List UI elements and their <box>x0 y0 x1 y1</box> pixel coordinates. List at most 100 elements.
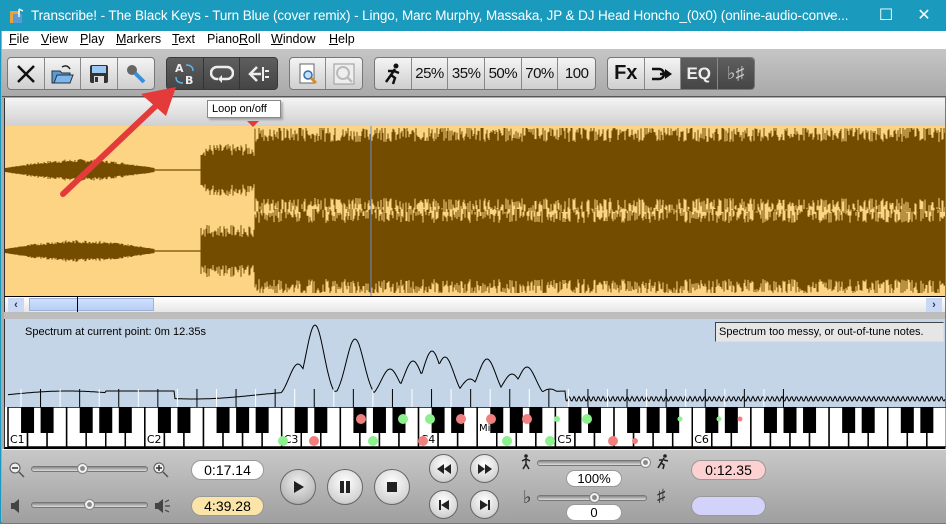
menu-markers[interactable]: Markers <box>116 32 161 46</box>
speed-70-button[interactable]: 70% <box>522 58 559 89</box>
black-key[interactable] <box>118 407 132 433</box>
pause-button[interactable] <box>327 469 363 505</box>
menu-window[interactable]: Window <box>271 32 315 46</box>
black-key[interactable] <box>372 407 386 433</box>
waveform-scrollbar[interactable]: ‹ › <box>4 296 945 312</box>
note-dot-green <box>502 436 512 446</box>
black-key[interactable] <box>216 407 230 433</box>
black-key[interactable] <box>568 407 582 433</box>
note-dot-green <box>278 436 288 446</box>
transpose-button[interactable]: ♭♯ <box>717 58 754 89</box>
speed-slider[interactable] <box>537 457 651 468</box>
skip-to-end-button[interactable] <box>470 490 499 519</box>
black-key[interactable] <box>627 407 641 433</box>
black-key[interactable] <box>763 407 777 433</box>
menu-file[interactable]: File <box>9 32 29 46</box>
black-key[interactable] <box>79 407 93 433</box>
volume-slider-knob[interactable] <box>84 499 95 510</box>
black-key[interactable] <box>861 407 875 433</box>
marker-strip[interactable] <box>4 312 945 323</box>
black-key[interactable] <box>157 407 171 433</box>
fx-button[interactable]: Fx <box>608 58 645 89</box>
timeline-ruler[interactable] <box>4 98 945 126</box>
note-dot-red <box>356 414 366 424</box>
menu-help[interactable]: Help <box>329 32 355 46</box>
speed-toggle-button[interactable] <box>375 58 412 89</box>
black-key[interactable] <box>900 407 914 433</box>
black-key[interactable] <box>314 407 328 433</box>
spectrum-time: 0:12.35 <box>691 460 766 480</box>
loop-toggle-button[interactable] <box>203 58 241 89</box>
speed-value[interactable]: 100% <box>566 470 622 487</box>
zoom-page-button[interactable] <box>290 58 327 89</box>
note-dot-green <box>425 414 435 424</box>
save-file-button[interactable] <box>81 58 118 89</box>
black-key[interactable] <box>666 407 680 433</box>
zoom-in-icon[interactable] <box>153 462 169 478</box>
sharp-icon: ♯ <box>657 486 666 505</box>
zoom-out-icon[interactable] <box>9 462 25 478</box>
speed-button-group: 25% 35% 50% 70% 100 <box>374 57 596 90</box>
play-button[interactable] <box>280 469 316 505</box>
black-key[interactable] <box>40 407 54 433</box>
svg-text:A: A <box>175 62 184 75</box>
black-key[interactable] <box>783 407 797 433</box>
zoom-slider-knob[interactable] <box>77 463 88 474</box>
black-key[interactable] <box>236 407 250 433</box>
black-key[interactable] <box>646 407 660 433</box>
note-dot-green <box>545 436 555 446</box>
waveform-view[interactable] <box>4 126 945 296</box>
volume-slider[interactable] <box>31 499 148 510</box>
close-window-button[interactable]: ✕ <box>901 1 946 31</box>
menu-text[interactable]: Text <box>172 32 195 46</box>
speaker-low-icon[interactable] <box>9 498 23 514</box>
black-key[interactable] <box>803 407 817 433</box>
scroll-left-button[interactable]: ‹ <box>8 298 24 312</box>
minimize-button[interactable]: – <box>809 1 855 31</box>
scroll-right-button[interactable]: › <box>926 298 942 312</box>
piano-keyboard[interactable]: C1 C2 C3 C4 C5 C6 Mi <box>4 406 946 449</box>
pitch-value[interactable]: 0 <box>566 504 622 521</box>
pitch-slider[interactable] <box>537 492 647 503</box>
menu-pianoroll[interactable]: PianoRoll <box>207 32 261 46</box>
eq-button[interactable]: EQ <box>681 58 718 89</box>
stop-button[interactable] <box>374 469 410 505</box>
black-key[interactable] <box>705 407 719 433</box>
note-dot-green <box>582 414 592 424</box>
fast-forward-button[interactable] <box>470 454 499 483</box>
ab-loop-button[interactable]: A B <box>167 58 204 89</box>
menu-play[interactable]: Play <box>80 32 104 46</box>
record-button[interactable] <box>118 58 154 89</box>
black-key[interactable] <box>842 407 856 433</box>
black-key[interactable] <box>509 407 523 433</box>
karaoke-button[interactable] <box>645 58 681 89</box>
close-file-button[interactable] <box>8 58 45 89</box>
menu-bar: File View Play Markers Text PianoRoll Wi… <box>2 31 946 49</box>
black-key[interactable] <box>724 407 738 433</box>
rewind-button[interactable] <box>429 454 458 483</box>
zoom-fit-button[interactable] <box>326 58 362 89</box>
speed-50-button[interactable]: 50% <box>485 58 522 89</box>
black-key[interactable] <box>920 407 934 433</box>
waveform-channel-1 <box>5 128 945 212</box>
speed-25-button[interactable]: 25% <box>412 58 449 89</box>
loop-marker[interactable] <box>247 121 259 127</box>
black-key[interactable] <box>21 407 35 433</box>
black-key[interactable] <box>99 407 113 433</box>
black-key[interactable] <box>255 407 269 433</box>
speed-35-button[interactable]: 35% <box>448 58 486 89</box>
pause-icon <box>340 481 350 493</box>
pitch-slider-knob[interactable] <box>589 492 600 503</box>
speed-100-button[interactable]: 100 <box>558 58 595 89</box>
loop-back-button[interactable] <box>240 58 277 89</box>
menu-view[interactable]: View <box>41 32 68 46</box>
black-key[interactable] <box>294 407 308 433</box>
black-key[interactable] <box>177 407 191 433</box>
zoom-slider[interactable] <box>31 463 148 474</box>
position-time[interactable]: 0:17.14 <box>191 460 264 480</box>
scrollbar-thumb[interactable] <box>29 298 154 311</box>
speed-slider-knob[interactable] <box>640 457 651 468</box>
speaker-high-icon[interactable] <box>153 498 171 514</box>
open-file-button[interactable] <box>45 58 81 89</box>
skip-to-start-button[interactable] <box>429 490 458 519</box>
